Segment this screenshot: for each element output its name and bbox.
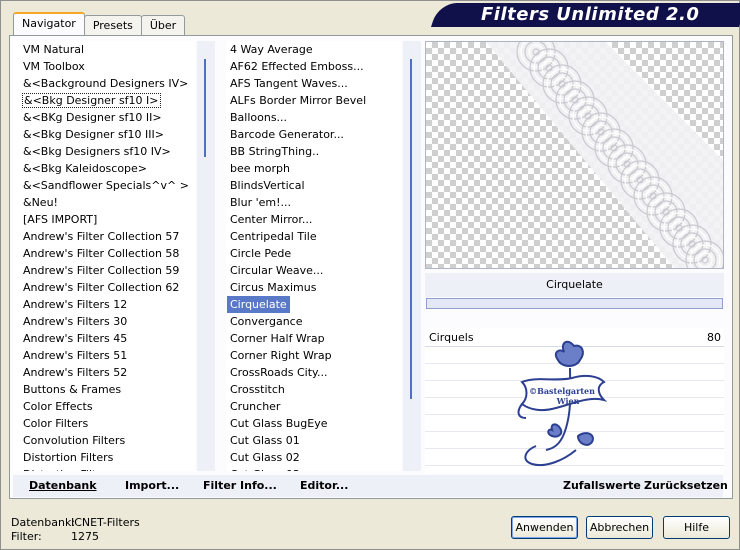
category-item[interactable]: Andrew's Filter Collection 58 [13, 245, 195, 262]
category-item[interactable]: Andrew's Filters 45 [13, 330, 195, 347]
filter-item[interactable]: Centripedal Tile [226, 228, 401, 245]
filter-item[interactable]: Blur 'em!... [226, 194, 401, 211]
import-button[interactable]: Import... [125, 479, 179, 492]
filter-scrollbar[interactable] [403, 41, 421, 471]
category-item[interactable]: &<Background Designers IV> [13, 75, 195, 92]
status-filter-value: 1275 [71, 530, 99, 543]
filter-item[interactable]: BB StringThing.. [226, 143, 401, 160]
filter-item[interactable]: CrossRoads City... [226, 364, 401, 381]
abbrechen-button[interactable]: Abbrechen [586, 516, 653, 539]
zuruecksetzen-button[interactable]: Zurücksetzen [644, 479, 728, 492]
filter-item[interactable]: BlindsVertical [226, 177, 401, 194]
category-item[interactable]: Andrew's Filters 12 [13, 296, 195, 313]
category-item[interactable]: &<BKg Designer sf10 II> [13, 109, 195, 126]
filter-item[interactable]: Balloons... [226, 109, 401, 126]
category-item[interactable]: Andrew's Filter Collection 57 [13, 228, 195, 245]
category-item[interactable]: &<Bkg Designers sf10 IV> [13, 143, 195, 160]
tab-bar: Navigator Presets Über [13, 12, 186, 35]
anwenden-button[interactable]: Anwenden [511, 516, 578, 539]
category-item[interactable]: Andrew's Filter Collection 62 [13, 279, 195, 296]
category-item[interactable]: Buttons & Frames [13, 381, 195, 398]
filter-item[interactable]: Convergance [226, 313, 401, 330]
category-item[interactable]: &<Bkg Designer sf10 III> [13, 126, 195, 143]
filter-item[interactable]: Circus Maximus [226, 279, 401, 296]
current-filter-name: Cirquelate [425, 273, 724, 297]
status-datenbank-label: Datenbank: [11, 516, 76, 529]
filter-item[interactable]: Cut Glass 03 [226, 466, 401, 471]
category-item[interactable]: Andrew's Filters 30 [13, 313, 195, 330]
category-item[interactable]: Distortion Filters [13, 449, 195, 466]
status-filter-label: Filter: [11, 530, 42, 543]
category-item[interactable]: &<Bkg Designer sf10 I> [13, 92, 195, 109]
watermark-line-2: Wien [556, 396, 580, 406]
category-item[interactable]: &<Sandflower Specials^v^ > [13, 177, 195, 194]
category-item[interactable]: [AFS IMPORT] [13, 211, 195, 228]
filter-item[interactable]: bee morph [226, 160, 401, 177]
category-item[interactable]: Andrew's Filter Collection 59 [13, 262, 195, 279]
watermark-line-1: ©Bastelgarten [529, 386, 595, 396]
status-datenbank-value: ICNET-Filters [71, 516, 140, 529]
datenbank-button[interactable]: Datenbank [29, 479, 97, 492]
category-item[interactable]: VM Natural [13, 41, 195, 58]
filter-item[interactable]: Center Mirror... [226, 211, 401, 228]
category-item[interactable]: Color Effects [13, 398, 195, 415]
filter-item[interactable]: AF62 Effected Emboss... [226, 58, 401, 75]
filter-item[interactable]: Cut Glass BugEye [226, 415, 401, 432]
filter-item[interactable]: AFS Tangent Waves... [226, 75, 401, 92]
hilfe-button[interactable]: Hilfe [663, 516, 730, 539]
category-item[interactable]: &Neu! [13, 194, 195, 211]
preview-progress-bar [426, 298, 723, 309]
param-label: Cirquels [429, 331, 474, 344]
filter-item[interactable]: Crosstitch [226, 381, 401, 398]
window-title: Filters Unlimited 2.0 [481, 4, 700, 25]
preview-image [486, 42, 723, 268]
category-list[interactable]: VM Natural VM Toolbox &<Background Designe… [13, 41, 195, 471]
filter-scroll-thumb[interactable] [410, 59, 412, 399]
filter-item[interactable]: Circular Weave... [226, 262, 401, 279]
tab-presets[interactable]: Presets [83, 15, 142, 35]
status-area: Datenbank: ICNET-Filters Filter: 1275 [11, 516, 140, 544]
category-item[interactable]: Distortion Filters [13, 466, 195, 471]
filter-item[interactable]: Cut Glass 02 [226, 449, 401, 466]
param-value: 80 [707, 331, 721, 344]
filter-item[interactable]: Cruncher [226, 398, 401, 415]
category-item[interactable]: Color Filters [13, 415, 195, 432]
category-item[interactable]: Andrew's Filters 52 [13, 364, 195, 381]
category-scrollbar[interactable] [197, 41, 215, 471]
category-scroll-thumb[interactable] [204, 59, 206, 157]
filters-unlimited-window: Filters Unlimited 2.0 Navigator Presets … [0, 0, 740, 550]
filter-item[interactable]: ALFs Border Mirror Bevel [226, 92, 401, 109]
category-item[interactable]: Convolution Filters [13, 432, 195, 449]
watermark-flower-logo: ©Bastelgarten Wien [517, 340, 608, 466]
filter-item[interactable]: Barcode Generator... [226, 126, 401, 143]
tab-navigator[interactable]: Navigator [13, 12, 85, 35]
filter-info-button[interactable]: Filter Info... [203, 479, 277, 492]
bottom-toolbar: Datenbank Import... Filter Info... Edito… [13, 475, 728, 497]
filter-item[interactable]: 4 Way Average [226, 41, 401, 58]
filter-item[interactable]: Corner Right Wrap [226, 347, 401, 364]
filter-item[interactable]: Circle Pede [226, 245, 401, 262]
category-item[interactable]: &<Bkg Kaleidoscope> [13, 160, 195, 177]
filter-preview [425, 41, 724, 269]
tab-ueber[interactable]: Über [140, 15, 186, 35]
filter-list[interactable]: 4 Way Average AF62 Effected Emboss... AFS … [226, 41, 401, 471]
filter-item[interactable]: Cirquelate [227, 296, 290, 313]
category-item[interactable]: Andrew's Filters 51 [13, 347, 195, 364]
editor-button[interactable]: Editor... [300, 479, 348, 492]
filter-item[interactable]: Cut Glass 01 [226, 432, 401, 449]
filter-item[interactable]: Corner Half Wrap [226, 330, 401, 347]
category-item[interactable]: VM Toolbox [13, 58, 195, 75]
zufallswerte-button[interactable]: Zufallswerte [563, 479, 641, 492]
